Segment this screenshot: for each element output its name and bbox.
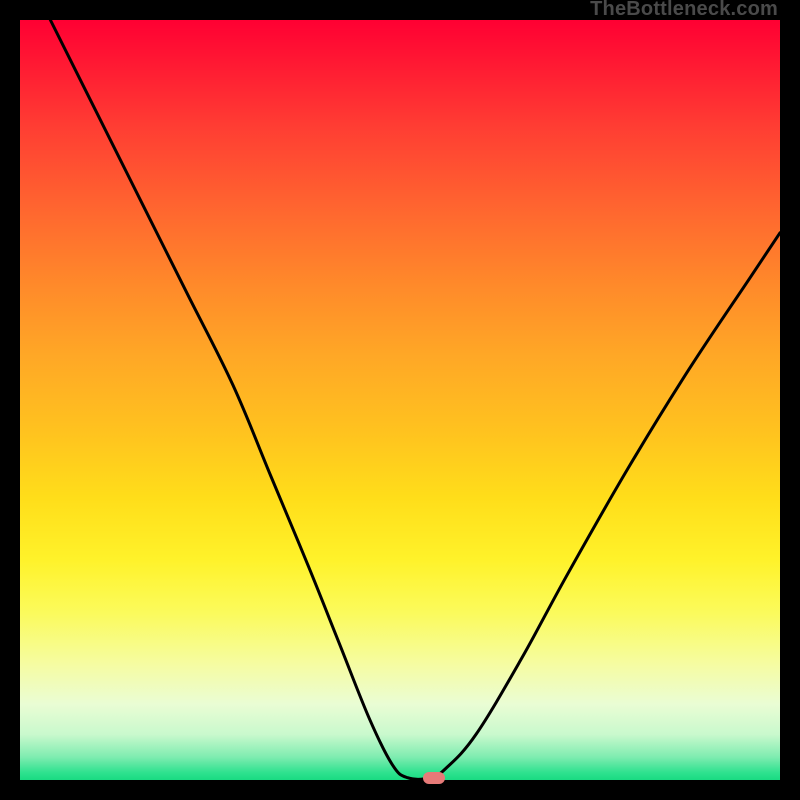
watermark-text: TheBottleneck.com — [590, 0, 778, 21]
plot-area — [20, 20, 780, 780]
selection-marker — [423, 772, 445, 784]
bottleneck-curve — [20, 20, 780, 780]
chart-frame: TheBottleneck.com — [0, 0, 800, 800]
